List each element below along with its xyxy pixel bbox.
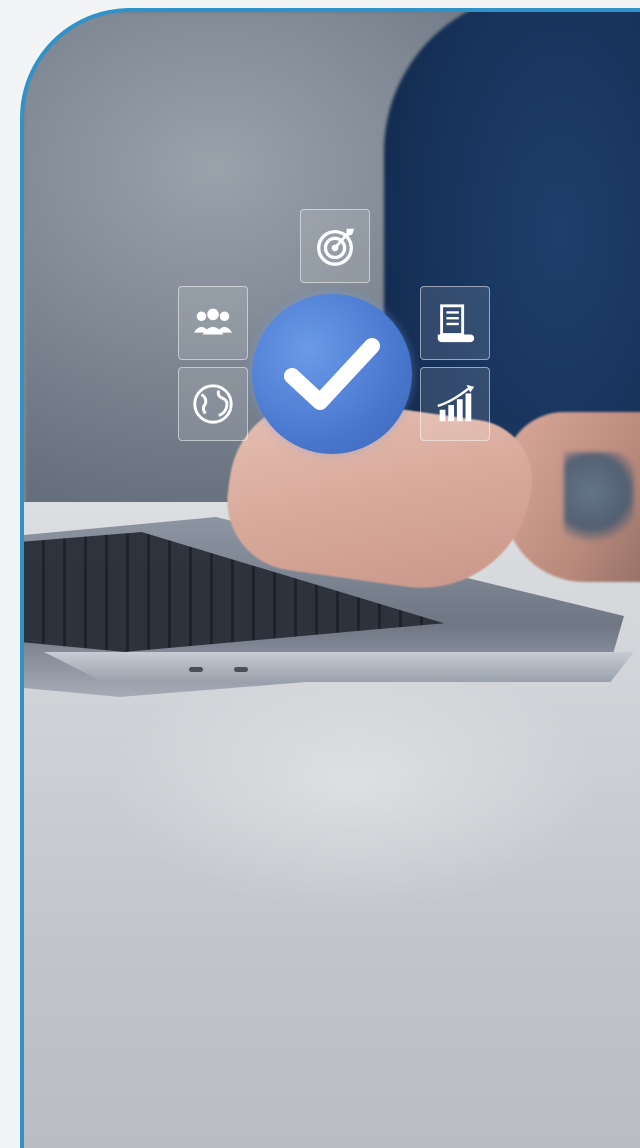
holo-tile-target (300, 209, 370, 283)
laptop-front-edge (44, 652, 634, 682)
growth-chart-icon (437, 384, 475, 422)
arm-tattoo (564, 452, 634, 552)
photo-frame (20, 8, 640, 1148)
checkmark-icon (284, 338, 380, 410)
team-icon (193, 308, 233, 335)
document-icon (437, 304, 475, 343)
target-icon (317, 228, 355, 266)
laptop-port (234, 667, 248, 672)
laptop-port (189, 667, 203, 672)
holo-tile-globe (178, 367, 248, 441)
holo-tile-growth-chart (420, 367, 490, 441)
checkmark-circle (252, 294, 412, 454)
holo-tile-team (178, 286, 248, 360)
globe-icon (193, 384, 233, 424)
holo-tile-document (420, 286, 490, 360)
